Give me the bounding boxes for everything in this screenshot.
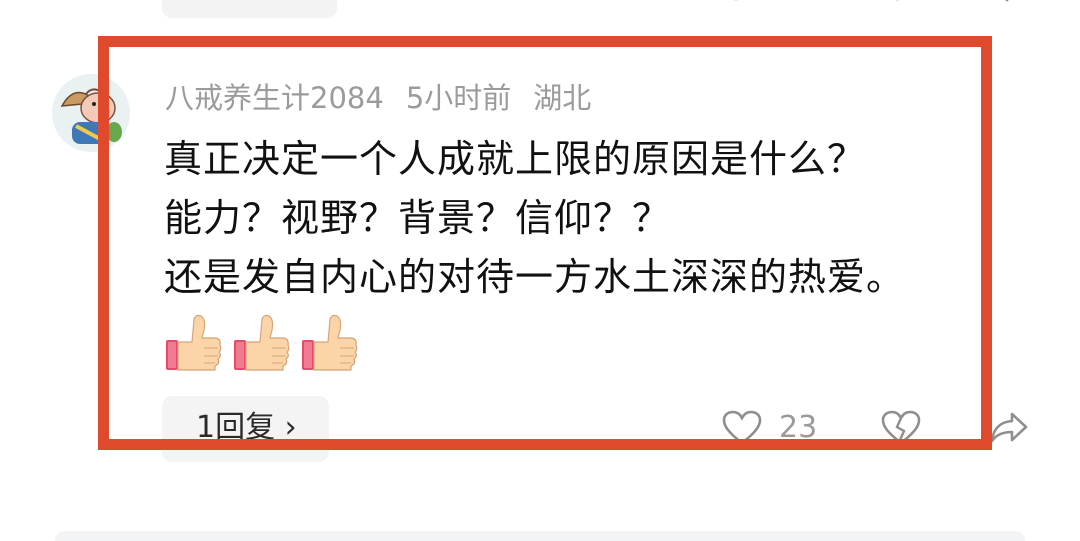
thumbs-up-icon: [234, 314, 290, 371]
next-comment-card: [55, 531, 1025, 541]
thumbs-up-icon: [302, 314, 358, 371]
username[interactable]: 八戒养生计2084: [165, 81, 384, 115]
timestamp: 5小时前: [405, 81, 512, 115]
share-arrow-icon[interactable]: [993, 0, 1019, 6]
comment-line: 能力？视野？背景？信仰？？: [164, 196, 672, 240]
comment-line: 真正决定一个人成就上限的原因是什么？: [164, 137, 867, 181]
heart-outline-icon[interactable]: [722, 410, 762, 446]
thumbs-up-icon: [166, 314, 222, 371]
emoji-row: [164, 314, 358, 376]
broken-heart-icon[interactable]: [880, 410, 922, 446]
heart-outline-icon[interactable]: [723, 0, 749, 6]
share-arrow-icon[interactable]: [990, 408, 1028, 446]
comment-body[interactable]: 真正决定一个人成就上限的原因是什么？ 能力？视野？背景？信仰？？ 还是发自内心的…: [164, 130, 994, 307]
pig-character-avatar-icon: [52, 74, 130, 152]
avatar[interactable]: [52, 74, 130, 152]
location: 湖北: [533, 81, 592, 115]
like-count: 23: [779, 410, 818, 445]
reply-label[interactable]: 1回复 ›: [196, 408, 297, 448]
comment-meta: 八戒养生计2084 5小时前 湖北: [165, 78, 613, 118]
comment-line: 还是发自内心的对待一方水土深深的热爱。: [164, 255, 906, 299]
previous-reply-chip[interactable]: [162, 0, 337, 18]
broken-heart-icon[interactable]: [884, 0, 910, 6]
comment-screenshot: 八戒养生计2084 5小时前 湖北 真正决定一个人成就上限的原因是什么？ 能力？视野…: [0, 0, 1080, 541]
